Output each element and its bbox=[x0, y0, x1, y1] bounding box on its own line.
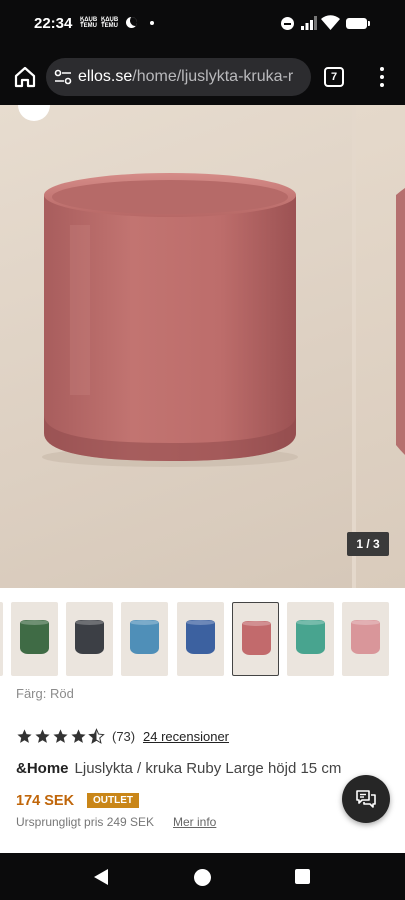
rating-count: (73) bbox=[112, 729, 136, 744]
system-nav-bar bbox=[0, 853, 405, 900]
product-title: &Home Ljuslykta / kruka Ruby Large höjd 1… bbox=[16, 760, 341, 777]
thumbnail[interactable] bbox=[66, 602, 113, 676]
thumbnail-vase-image bbox=[75, 620, 104, 654]
thumbnail-vase-image bbox=[296, 620, 325, 654]
dnd-icon bbox=[281, 17, 294, 30]
vase-image bbox=[42, 173, 298, 467]
status-bar: 22:34 ӃΔŲΒ TEMU ӃΔŲΒ TEMU bbox=[0, 0, 405, 50]
temu-notification-icon: ӃΔŲΒ TEMU bbox=[80, 17, 98, 29]
more-menu-icon[interactable] bbox=[372, 66, 392, 88]
temu-notification-icon-2: ӃΔŲΒ TEMU bbox=[101, 17, 119, 29]
recents-icon[interactable] bbox=[295, 869, 310, 884]
thumbnail-vase-image bbox=[186, 620, 215, 654]
thumbnail-strip bbox=[0, 602, 405, 678]
reviews-link[interactable]: 24 recensioner bbox=[143, 729, 229, 744]
signal-icon bbox=[301, 16, 317, 30]
home-icon[interactable] bbox=[12, 64, 38, 90]
site-settings-icon[interactable] bbox=[54, 69, 72, 85]
back-icon[interactable] bbox=[92, 868, 110, 886]
url-path: /home/ljuslykta-kruka-r bbox=[132, 68, 294, 85]
battery-icon bbox=[346, 18, 370, 29]
outlet-badge: OUTLET bbox=[87, 793, 139, 808]
thumbnail[interactable] bbox=[11, 602, 58, 676]
product-brand[interactable]: &Home bbox=[16, 760, 69, 777]
product-name: Ljuslykta / kruka Ruby Large höjd 15 cm bbox=[74, 760, 342, 777]
product-image[interactable] bbox=[0, 105, 352, 588]
address-bar[interactable]: ellos.se/home/ljuslykta-kruka-r bbox=[46, 58, 311, 96]
star-full-icon bbox=[17, 729, 32, 743]
thumbnail[interactable] bbox=[287, 602, 334, 676]
wifi-icon bbox=[321, 15, 340, 30]
status-time: 22:34 bbox=[34, 15, 73, 32]
tab-switcher-button[interactable]: 7 bbox=[324, 67, 344, 87]
image-counter: 1 / 3 bbox=[347, 532, 389, 556]
url-host: ellos.se bbox=[78, 68, 133, 85]
more-info-link[interactable]: Mer info bbox=[173, 815, 216, 829]
thumbnail-partial[interactable] bbox=[0, 602, 3, 676]
star-half-icon bbox=[88, 728, 105, 744]
next-image-preview[interactable] bbox=[356, 105, 405, 588]
star-full-icon bbox=[71, 729, 86, 743]
home-nav-icon[interactable] bbox=[194, 869, 211, 886]
product-image-carousel[interactable]: 1 / 3 bbox=[0, 105, 405, 588]
moon-icon bbox=[126, 17, 137, 28]
thumbnail-vase-image bbox=[242, 621, 271, 655]
color-label: Färg: Röd bbox=[16, 686, 74, 701]
thumbnail[interactable] bbox=[342, 602, 389, 676]
thumbnail[interactable] bbox=[232, 602, 279, 676]
url-text[interactable]: ellos.se/home/ljuslykta-kruka-r bbox=[78, 68, 293, 86]
original-price: Ursprungligt pris 249 SEK bbox=[16, 815, 155, 829]
browser-toolbar: ellos.se/home/ljuslykta-kruka-r 7 bbox=[0, 50, 405, 105]
web-page: 1 / 3 Färg: Röd (73) 24 recensioner &Hom… bbox=[0, 105, 405, 853]
thumbnail[interactable] bbox=[121, 602, 168, 676]
thumbnail-vase-image bbox=[351, 620, 380, 654]
product-price: 174 SEK bbox=[16, 793, 75, 809]
thumbnail-vase-image bbox=[20, 620, 49, 654]
star-full-icon bbox=[53, 729, 68, 743]
thumbnail-vase-image bbox=[130, 620, 159, 654]
thumbnail[interactable] bbox=[177, 602, 224, 676]
next-vase-image bbox=[396, 188, 405, 455]
star-full-icon bbox=[35, 729, 50, 743]
dot-icon bbox=[150, 21, 154, 25]
chat-icon bbox=[356, 790, 376, 808]
rating-row: (73) 24 recensioner bbox=[16, 728, 396, 746]
chat-button[interactable] bbox=[342, 775, 390, 823]
